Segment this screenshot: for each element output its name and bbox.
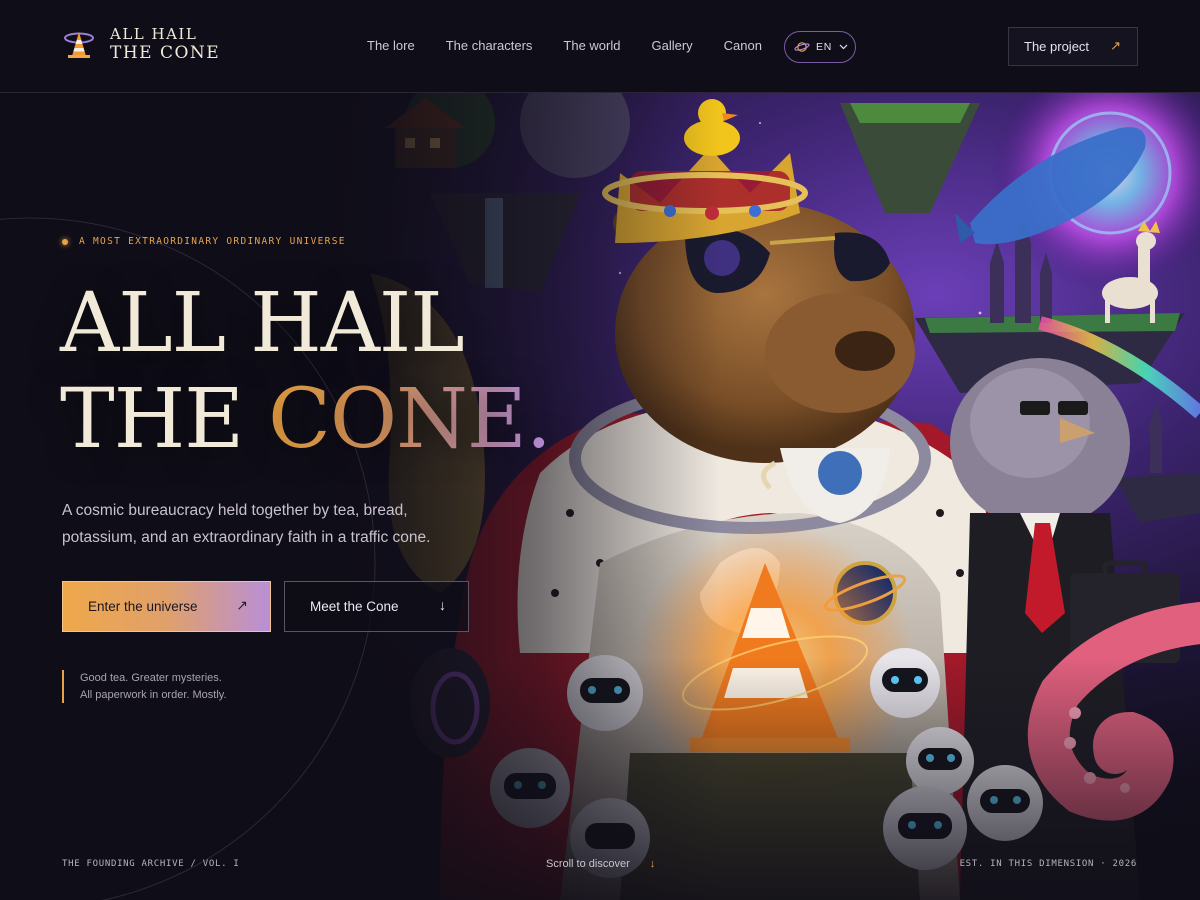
arrow-up-right-icon: ↗ [1110, 38, 1121, 53]
headline-accent: CONE. [268, 372, 552, 467]
hero-note: Good tea. Greater mysteries. All paperwo… [62, 670, 227, 703]
hero-headline: ALL HAIL THE CONE. [60, 276, 552, 468]
traffic-cone-logo-icon [62, 24, 100, 64]
brand-line-2: THE CONE [110, 43, 221, 63]
headline-line-1: ALL HAIL [60, 276, 465, 371]
planet-icon [794, 40, 810, 54]
scroll-to-discover[interactable]: Scroll to discover ↓ [546, 858, 655, 870]
arrow-down-icon: ↓ [649, 858, 656, 870]
brand-logo[interactable]: ALL HAIL THE CONE [62, 24, 220, 64]
brand-wordmark: ALL HAIL THE CONE [110, 25, 220, 63]
eyebrow-dot-icon [62, 238, 68, 245]
enter-universe-button[interactable]: Enter the universe ↗ [62, 581, 271, 632]
nav-item-gallery[interactable]: Gallery [651, 38, 692, 53]
note-line-2: All paperwork in order. Mostly. [80, 689, 227, 701]
enter-universe-label: Enter the universe [88, 599, 198, 614]
nav-item-world[interactable]: The world [563, 38, 620, 53]
project-button-label: The project [1024, 39, 1090, 54]
established-label: EST. IN THIS DIMENSION · 2026 [959, 859, 1137, 869]
nav-item-characters[interactable]: The characters [446, 38, 533, 53]
nav-item-canon[interactable]: Canon [724, 38, 762, 53]
arrow-up-right-icon: ↗ [236, 597, 248, 613]
archive-label: THE FOUNDING ARCHIVE / VOL. I [62, 859, 240, 869]
project-button[interactable]: The project ↗ [1008, 27, 1138, 66]
hero-eyebrow: A MOST EXTRAORDINARY ORDINARY UNIVERSE [62, 236, 346, 247]
arrow-down-icon: ↓ [439, 597, 446, 613]
language-selector[interactable]: EN [784, 31, 856, 63]
nav-item-lore[interactable]: The lore [367, 38, 415, 53]
language-code: EN [816, 41, 833, 53]
brand-line-1: ALL HAIL [110, 25, 198, 43]
meet-cone-label: Meet the Cone [310, 599, 399, 614]
site-header: ALL HAIL THE CONE The lore The character… [0, 0, 1200, 93]
main-nav: The lore The characters The world Galler… [367, 38, 793, 53]
eyebrow-text: A MOST EXTRAORDINARY ORDINARY UNIVERSE [79, 236, 346, 247]
chevron-down-icon [839, 41, 848, 53]
meet-cone-button[interactable]: Meet the Cone ↓ [284, 581, 469, 632]
headline-line-2-plain: THE [60, 372, 269, 467]
hero-subtitle: A cosmic bureaucracy held together by te… [62, 502, 431, 546]
scroll-label: Scroll to discover [546, 858, 630, 870]
headline-line-2: THE CONE. [60, 372, 552, 468]
note-line-1: Good tea. Greater mysteries. [80, 672, 222, 684]
